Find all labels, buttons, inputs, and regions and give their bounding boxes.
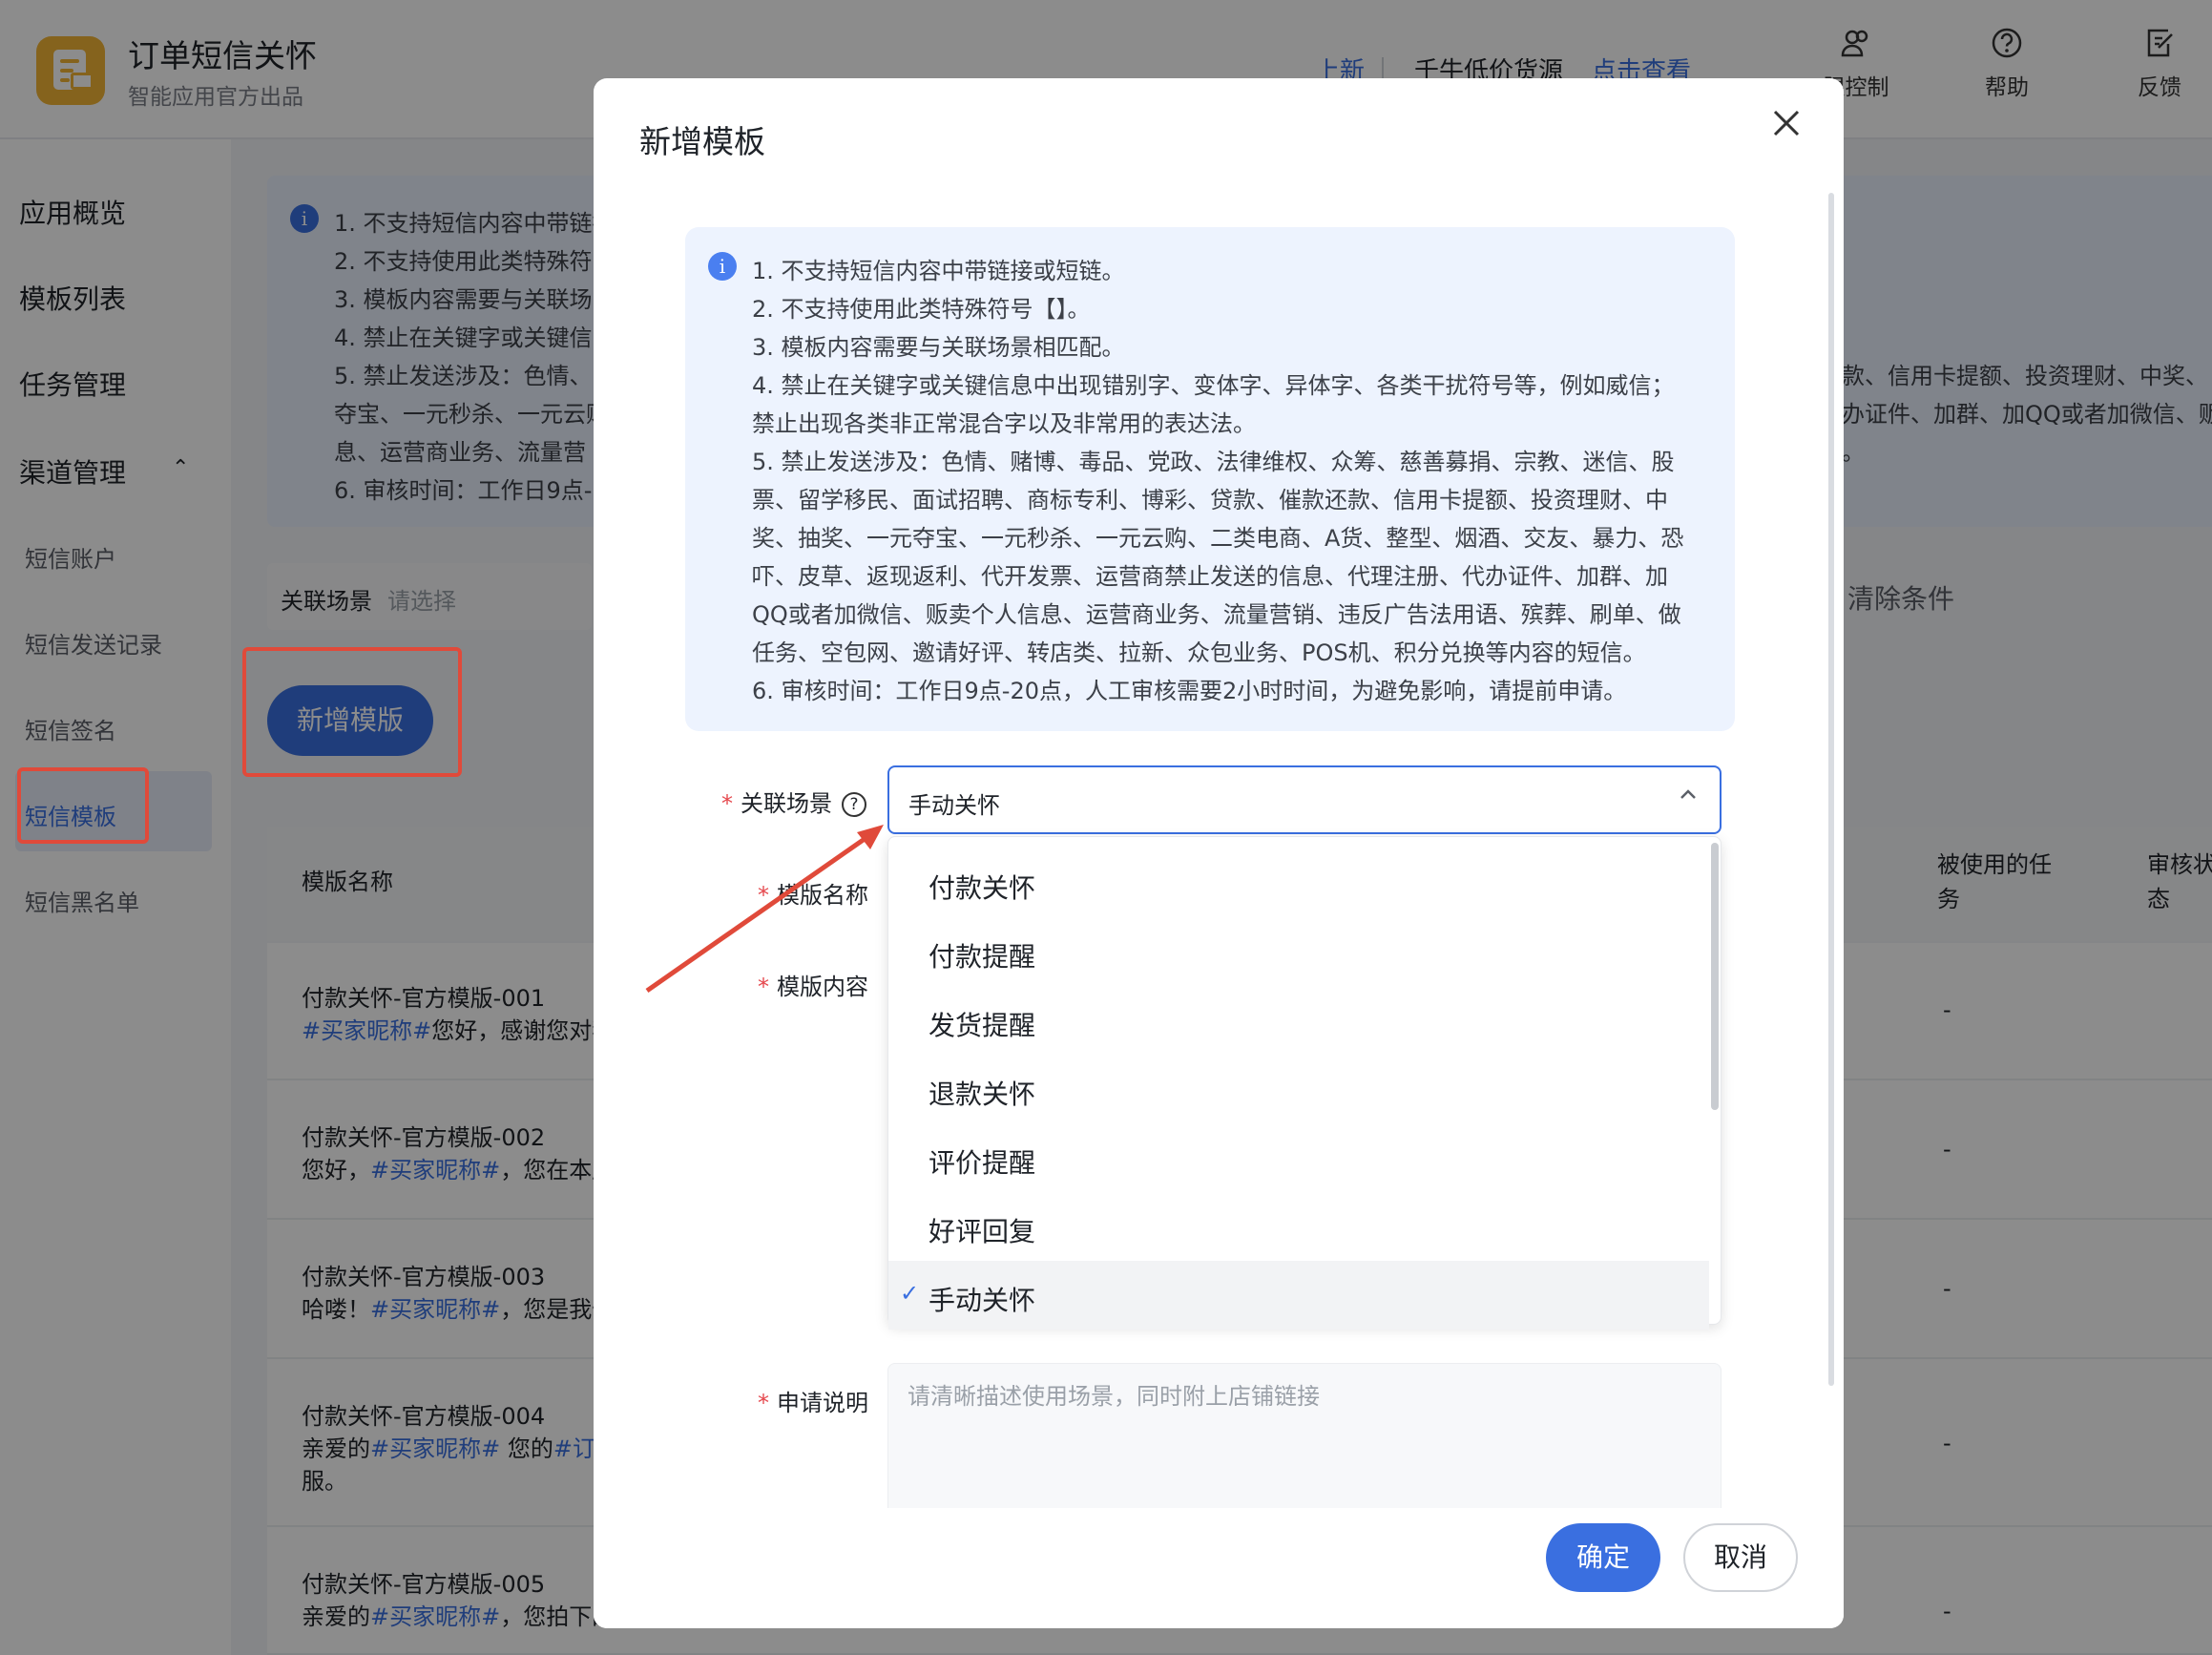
annotation-arrow [645,825,884,994]
